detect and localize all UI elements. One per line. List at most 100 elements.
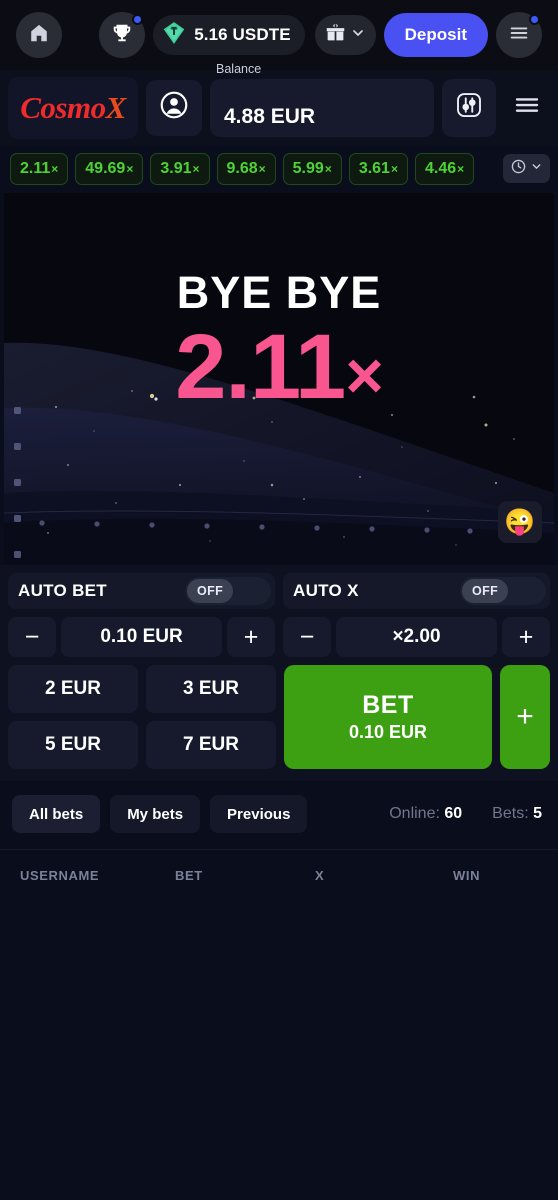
multiplier-suffix: × xyxy=(192,162,200,176)
multiplier-chip[interactable]: 2.11 × xyxy=(10,153,69,185)
crash-multiplier: 2.11× xyxy=(4,321,554,413)
emoji-button[interactable]: 😜 xyxy=(498,501,542,543)
game-status-text: BYE BYE xyxy=(176,267,382,318)
wallet-balance-button[interactable]: 5.16 USDTE xyxy=(153,15,305,55)
quick-bet-grid: 2 EUR 3 EUR 5 EUR 7 EUR xyxy=(8,665,276,769)
column-header-username: USERNAME xyxy=(20,868,100,883)
bet-amount-value[interactable]: 0.10 EUR xyxy=(61,617,222,657)
top-bar: 5.16 USDTE Deposit xyxy=(0,0,558,70)
logo-main-text: Cosmo xyxy=(20,89,106,125)
main-menu-button[interactable] xyxy=(496,12,542,58)
auto-x-label: AUTO X xyxy=(293,581,359,600)
gift-dropdown-button[interactable] xyxy=(314,15,376,55)
settings-button[interactable] xyxy=(442,78,496,137)
multiplier-value: 4.46 xyxy=(424,160,457,177)
tab-previous[interactable]: Previous xyxy=(210,795,308,833)
auto-x-toggle-state: OFF xyxy=(462,579,509,603)
bets-table-header: USERNAME BET X WIN xyxy=(0,849,558,899)
multiplier-suffix: × xyxy=(324,162,332,176)
tether-icon xyxy=(161,20,187,51)
balance-display[interactable]: Balance 4.88 EUR xyxy=(210,62,434,137)
auto-bet-cell: AUTO BET OFF xyxy=(8,573,275,609)
profile-button[interactable] xyxy=(146,79,202,136)
trophy-icon xyxy=(111,22,133,49)
wallet-amount: 5.16 USDTE xyxy=(194,25,291,44)
multiplier-chip[interactable]: 5.99 × xyxy=(282,153,342,185)
bets-count: Bets: 5 xyxy=(492,805,542,823)
multiplier-suffix: × xyxy=(258,162,266,176)
side-menu-button[interactable] xyxy=(504,90,550,125)
logo-button[interactable]: CosmoX xyxy=(8,76,138,139)
bets-label: Bets: xyxy=(492,805,529,822)
multiplier-chip[interactable]: 49.69 × xyxy=(75,153,144,185)
brand-bar: CosmoX Balance 4.88 EUR xyxy=(0,62,558,145)
game-canvas: BYE BYE 2.11× 😜 xyxy=(4,193,554,565)
app-root: 5.16 USDTE Deposit CosmoX Balance 4.88 E… xyxy=(0,0,558,1200)
auto-x-toggle[interactable]: OFF xyxy=(460,577,546,605)
multiplier-value: 3.91 xyxy=(160,160,192,177)
auto-x-decrease-button[interactable]: − xyxy=(283,617,331,657)
bets-section: All bets My bets Previous Online: 60 Bet… xyxy=(0,781,558,1171)
online-count: Online: 60 xyxy=(389,805,462,823)
quick-bet-button[interactable]: 7 EUR xyxy=(146,721,276,769)
logo-accent-text: X xyxy=(105,89,127,125)
bets-table-body xyxy=(0,899,558,1171)
multiplier-chip[interactable]: 9.68 × xyxy=(216,153,276,185)
multiplier-chip[interactable]: 3.91 × xyxy=(150,153,210,185)
multiplier-value: 5.99 xyxy=(292,160,324,177)
quick-bet-button[interactable]: 3 EUR xyxy=(146,665,276,713)
column-header-x: X xyxy=(315,868,325,883)
bets-tabs: All bets My bets Previous Online: 60 Bet… xyxy=(0,781,558,849)
hamburger-icon xyxy=(512,90,542,125)
home-button[interactable] xyxy=(16,12,62,58)
brand-logo: CosmoX xyxy=(20,90,126,126)
auto-bet-toggle-state: OFF xyxy=(187,579,234,603)
multiplier-chip[interactable]: 3.61 × xyxy=(348,153,408,185)
quick-bet-button[interactable]: 2 EUR xyxy=(8,665,138,713)
add-bet-slot-button[interactable]: + xyxy=(500,665,550,769)
hamburger-icon xyxy=(508,22,530,49)
chevron-down-icon xyxy=(350,25,366,46)
history-dropdown-button[interactable] xyxy=(503,154,550,183)
bet-button-amount: 0.10 EUR xyxy=(348,722,428,742)
sliders-icon xyxy=(454,90,484,125)
multiplier-value: 9.68 xyxy=(226,160,258,177)
trophy-button[interactable] xyxy=(99,12,146,58)
multiplier-suffix: × xyxy=(390,162,398,176)
tab-my-bets[interactable]: My bets xyxy=(110,795,201,833)
online-value: 60 xyxy=(444,805,463,822)
bet-panel: AUTO BET OFF AUTO X OFF − 0.10 EUR + − ×… xyxy=(0,565,558,781)
auto-bet-toggle[interactable]: OFF xyxy=(185,577,271,605)
menu-notification-dot xyxy=(529,14,540,25)
multiplier-value: 2.11 xyxy=(20,160,51,177)
auto-x-stepper: − ×2.00 + xyxy=(283,617,550,657)
trophy-notification-dot xyxy=(132,14,144,25)
bets-value: 5 xyxy=(533,805,542,822)
auto-x-increase-button[interactable]: + xyxy=(502,617,550,657)
auto-toggles-row: AUTO BET OFF AUTO X OFF xyxy=(8,573,550,609)
clock-icon xyxy=(510,158,527,180)
multiplier-history-bar: 2.11 × 49.69 × 3.91 × 9.68 × 5.99 × 3.61 × 4.4… xyxy=(0,145,558,193)
auto-x-cell: AUTO X OFF xyxy=(283,573,550,609)
place-bet-button[interactable]: BET 0.10 EUR xyxy=(284,665,492,769)
crash-multiplier-suffix: × xyxy=(345,338,384,412)
home-icon xyxy=(28,22,50,49)
column-header-bet: BET xyxy=(175,868,203,883)
bet-amount-increase-button[interactable]: + xyxy=(227,617,275,657)
balance-label: Balance xyxy=(216,61,262,76)
multiplier-value: 3.61 xyxy=(358,160,390,177)
auto-x-value[interactable]: ×2.00 xyxy=(336,617,497,657)
tab-all-bets[interactable]: All bets xyxy=(12,795,101,833)
bet-actions-row: 2 EUR 3 EUR 5 EUR 7 EUR BET 0.10 EUR + xyxy=(8,665,550,769)
bet-amount-decrease-button[interactable]: − xyxy=(8,617,56,657)
steppers-row: − 0.10 EUR + − ×2.00 + xyxy=(8,617,550,657)
quick-bet-button[interactable]: 5 EUR xyxy=(8,721,138,769)
deposit-button[interactable]: Deposit xyxy=(383,13,488,57)
bet-button-label: BET xyxy=(362,691,414,719)
multiplier-chip[interactable]: 4.46 × xyxy=(414,153,475,185)
gift-icon xyxy=(325,22,346,48)
bet-amount-stepper: − 0.10 EUR + xyxy=(8,617,275,657)
online-label: Online: xyxy=(389,805,440,822)
balance-value: 4.88 EUR xyxy=(224,104,316,128)
crash-multiplier-value: 2.11 xyxy=(175,316,346,418)
